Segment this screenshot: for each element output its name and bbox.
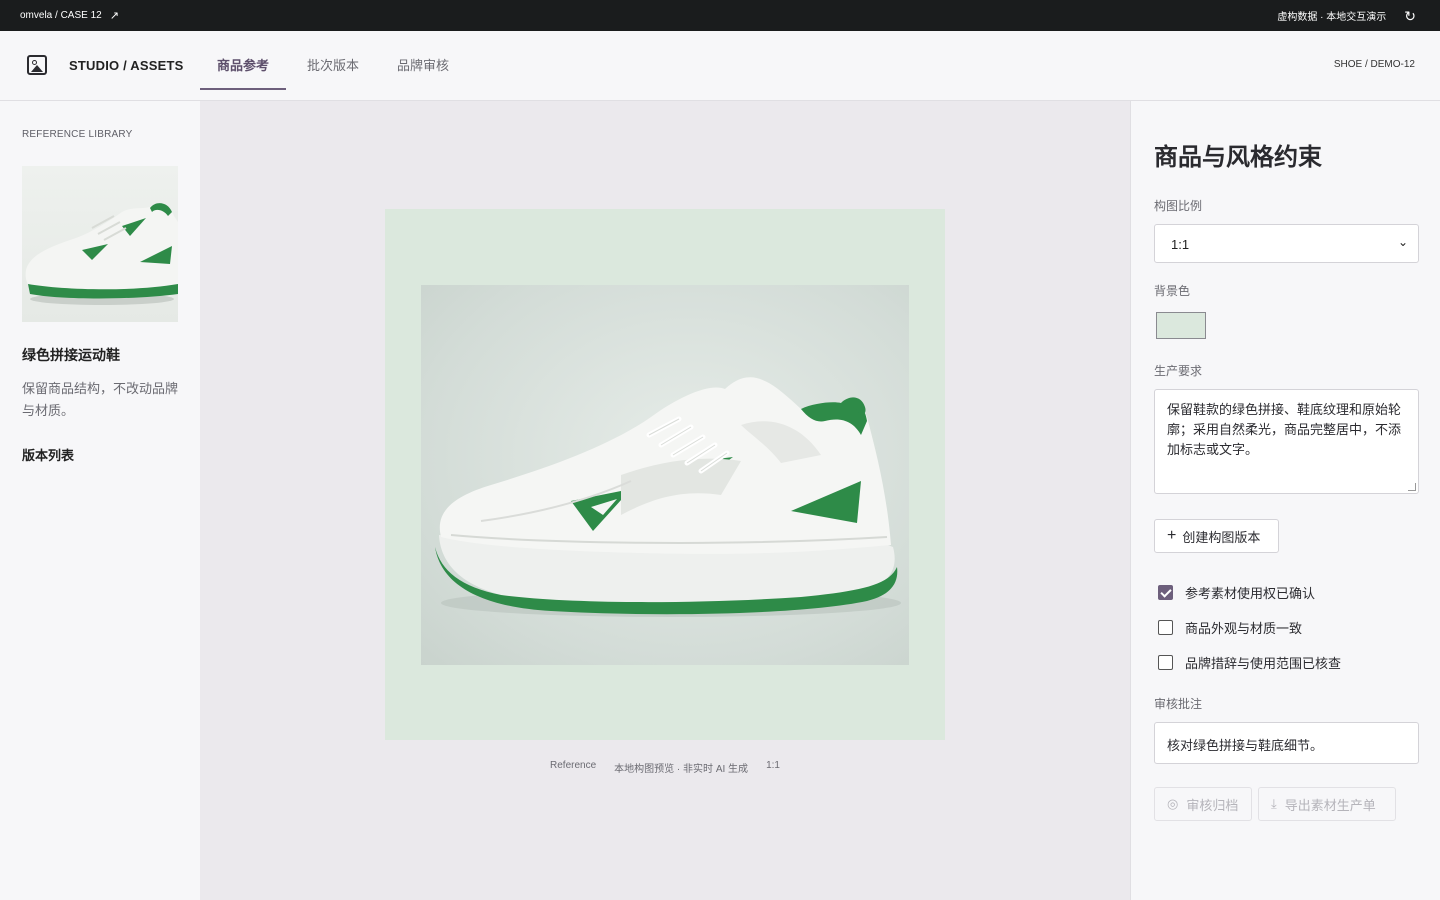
brand-title: STUDIO / ASSETS (69, 58, 184, 73)
ratio-select[interactable]: 1:1 ⌄ (1154, 224, 1419, 263)
check-label: 商品外观与材质一致 (1185, 621, 1303, 636)
demo-note: 虚构数据 · 本地交互演示 (1277, 12, 1387, 23)
panel-title: 商品与风格约束 (1154, 144, 1322, 171)
create-version-button[interactable]: + 创建构图版本 (1154, 519, 1279, 553)
checkbox-unchecked[interactable] (1158, 620, 1173, 635)
external-link-icon: ↗ (109, 10, 119, 22)
tab-bar: 商品参考 批次版本 品牌审核 (200, 31, 466, 101)
review-note-label: 审核批注 (1154, 697, 1203, 711)
left-sidebar: REFERENCE LIBRARY 绿色拼接运动鞋 保留商品结构，不改动品牌与材… (0, 101, 200, 900)
requirements-text: 保留鞋款的绿色拼接、鞋底纹理和原始轮廓；采用自然柔光，商品完整居中，不添加标志或… (1167, 402, 1402, 457)
product-photo (421, 285, 909, 665)
caption-reference: Reference (550, 760, 597, 771)
check-circle-icon: ◎ (1167, 796, 1179, 811)
bg-color-label: 背景色 (1154, 284, 1191, 298)
archive-button[interactable]: ◎ 审核归档 (1154, 787, 1252, 821)
library-title: REFERENCE LIBRARY (22, 129, 133, 140)
chevron-down-icon: ⌄ (1397, 235, 1408, 249)
reference-thumbnail[interactable] (22, 166, 178, 322)
top-bar: omvela / CASE 12 ↗ 虚构数据 · 本地交互演示 ↻ (0, 0, 1440, 31)
product-description: 保留商品结构，不改动品牌与材质。 (22, 381, 179, 418)
artboard (385, 209, 945, 740)
image-icon (27, 55, 47, 75)
plus-icon: + (1167, 527, 1177, 544)
check-label: 参考素材使用权已确认 (1185, 586, 1316, 601)
requirements-label: 生产要求 (1154, 364, 1203, 378)
ratio-label: 构图比例 (1154, 199, 1203, 213)
check-brand-wording[interactable]: 品牌措辞与使用范围已核查 (1158, 653, 1341, 672)
tab-batch-versions[interactable]: 批次版本 (286, 31, 380, 90)
checkbox-unchecked[interactable] (1158, 655, 1173, 670)
export-button[interactable]: ⤓ 导出素材生产单 (1258, 787, 1396, 821)
refresh-icon[interactable]: ↻ (1404, 9, 1416, 23)
app-header: STUDIO / ASSETS 商品参考 批次版本 品牌审核 SHOE / DE… (0, 31, 1440, 101)
ratio-value: 1:1 (1171, 237, 1190, 252)
check-usage-rights[interactable]: 参考素材使用权已确认 (1158, 583, 1315, 602)
resize-handle[interactable] (1408, 483, 1416, 491)
create-version-label: 创建构图版本 (1182, 529, 1261, 545)
tab-brand-review[interactable]: 品牌审核 (380, 31, 466, 90)
requirements-textarea[interactable]: 保留鞋款的绿色拼接、鞋底纹理和原始轮廓；采用自然柔光，商品完整居中，不添加标志或… (1154, 389, 1419, 494)
check-label: 品牌措辞与使用范围已核查 (1185, 656, 1342, 671)
export-label: 导出素材生产单 (1284, 797, 1376, 813)
download-icon: ⤓ (1271, 796, 1277, 811)
tab-product-reference[interactable]: 商品参考 (200, 31, 286, 90)
bg-color-swatch[interactable] (1156, 312, 1206, 339)
shoe-thumbnail-image (25, 203, 178, 305)
version-list-link[interactable]: 版本列表 (22, 445, 74, 464)
product-name: 绿色拼接运动鞋 (22, 347, 120, 363)
constraints-panel: 商品与风格约束 构图比例 1:1 ⌄ 背景色 生产要求 保留鞋款的绿色拼接、鞋底… (1130, 101, 1440, 900)
canvas-caption: Reference 本地构图预览 · 非实时 AI 生成 1:1 (200, 760, 1130, 775)
demo-id: SHOE / DEMO-12 (1333, 59, 1415, 70)
caption-ratio: 1:1 (766, 760, 780, 771)
case-label: omvela / CASE 12 (20, 10, 102, 21)
case-link[interactable]: omvela / CASE 12 ↗ (20, 9, 119, 22)
checkbox-checked[interactable] (1158, 585, 1173, 600)
caption-preview-note: 本地构图预览 · 非实时 AI 生成 (614, 764, 749, 775)
archive-label: 审核归档 (1186, 797, 1239, 813)
shoe-image (435, 377, 901, 617)
check-appearance-consistent[interactable]: 商品外观与材质一致 (1158, 618, 1302, 637)
review-note-input[interactable]: 核对绿色拼接与鞋底细节。 (1154, 722, 1419, 764)
preview-canvas: Reference 本地构图预览 · 非实时 AI 生成 1:1 (200, 101, 1130, 900)
